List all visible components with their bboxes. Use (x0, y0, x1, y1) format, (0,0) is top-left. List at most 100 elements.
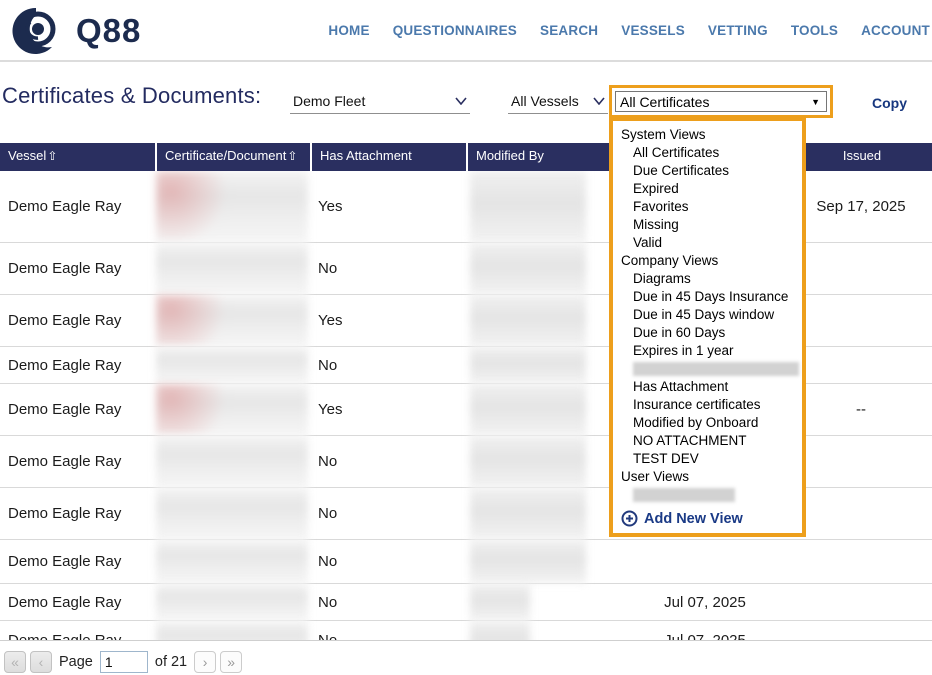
issued-cell: -- (790, 384, 932, 435)
nav-home[interactable]: HOME (328, 23, 369, 38)
modified-by-cell-redacted (470, 540, 586, 583)
vessel-cell: Demo Eagle Ray (0, 436, 155, 487)
main-nav: HOME QUESTIONNAIRES SEARCH VESSELS VETTING TO… (328, 23, 930, 38)
column-header-certificate-document[interactable]: Certificate/Document⇧ (155, 143, 310, 171)
certificate-cell-redacted (156, 621, 308, 641)
modified-by-cell-redacted (470, 295, 586, 346)
vessel-cell: Demo Eagle Ray (0, 488, 155, 539)
copy-button[interactable]: Copy (872, 95, 907, 111)
chevron-down-icon (455, 97, 467, 105)
view-option-due-in-45-days-window[interactable]: Due in 45 Days window (618, 306, 802, 324)
brand-name: Q88 (76, 12, 141, 50)
certificate-cell-redacted (156, 347, 308, 383)
column-header-has-attachment[interactable]: Has Attachment (310, 143, 466, 171)
modified-by-cell-redacted (470, 347, 586, 383)
certificate-cell-redacted (156, 584, 308, 620)
table-row[interactable]: Demo Eagle Ray No (0, 540, 932, 584)
vessel-cell: Demo Eagle Ray (0, 295, 155, 346)
chevron-down-icon (593, 97, 605, 105)
previous-page-button[interactable]: ‹ (30, 651, 52, 673)
table-row[interactable]: Demo Eagle Ray No Jul 07, 2025 (0, 584, 932, 621)
has-attachment-cell: No (310, 621, 466, 641)
view-option-insurance-certificates[interactable]: Insurance certificates (618, 396, 802, 414)
views-select-highlight: All Certificates ▼ (609, 85, 833, 118)
issued-cell: Sep 17, 2025 (790, 171, 932, 242)
vessel-cell: Demo Eagle Ray (0, 171, 155, 242)
view-option-expired[interactable]: Expired (618, 180, 802, 198)
page-label: Page (59, 654, 93, 670)
nav-account[interactable]: ACCOUNT (861, 23, 930, 38)
nav-questionnaires[interactable]: QUESTIONNAIRES (393, 23, 517, 38)
add-new-view-button[interactable]: Add New View (618, 510, 802, 527)
modified-by-cell-redacted (470, 488, 586, 539)
fleet-select[interactable]: Demo Fleet (290, 90, 470, 114)
view-option-favorites[interactable]: Favorites (618, 198, 802, 216)
has-attachment-cell: No (310, 488, 466, 539)
certificate-cell-redacted (156, 243, 308, 294)
date-cell: Jul 07, 2025 (620, 584, 790, 620)
view-option-diagrams[interactable]: Diagrams (618, 270, 802, 288)
column-header-modified-by[interactable]: Modified By (466, 143, 620, 171)
view-option-all-certificates[interactable]: All Certificates (618, 144, 802, 162)
has-attachment-cell: No (310, 584, 466, 620)
nav-vetting[interactable]: VETTING (708, 23, 768, 38)
vessels-select[interactable]: All Vessels (508, 90, 608, 114)
has-attachment-cell: No (310, 243, 466, 294)
has-attachment-cell: No (310, 540, 466, 583)
table-row[interactable]: Demo Eagle RayNoJul 07, 2025 (0, 621, 932, 641)
vessel-cell: Demo Eagle Ray (0, 384, 155, 435)
has-attachment-cell: Yes (310, 171, 466, 242)
next-page-button[interactable]: › (194, 651, 216, 673)
dropdown-arrow-icon: ▼ (811, 97, 820, 107)
q88-logo-icon (10, 5, 62, 57)
certificate-cell-redacted (156, 171, 308, 242)
view-option-expires-in-1-year[interactable]: Expires in 1 year (618, 342, 802, 360)
vessel-cell: Demo Eagle Ray (0, 584, 155, 620)
nav-tools[interactable]: TOOLS (791, 23, 838, 38)
view-group-user-views: User Views (618, 468, 802, 486)
views-select[interactable]: All Certificates ▼ (615, 91, 827, 112)
view-option-missing[interactable]: Missing (618, 216, 802, 234)
modified-by-cell-redacted (470, 384, 586, 435)
has-attachment-cell: No (310, 436, 466, 487)
view-option-redacted[interactable] (633, 362, 799, 376)
view-option-redacted[interactable] (633, 488, 735, 502)
views-dropdown-panel: System ViewsAll CertificatesDue Certific… (609, 117, 806, 537)
pagination-bar: « ‹ Page of 21 › » (4, 649, 242, 675)
view-option-due-in-60-days[interactable]: Due in 60 Days (618, 324, 802, 342)
add-new-view-label: Add New View (644, 511, 743, 527)
has-attachment-cell: Yes (310, 384, 466, 435)
total-pages-label: of 21 (155, 654, 187, 670)
page-number-input[interactable] (100, 651, 148, 673)
nav-search[interactable]: SEARCH (540, 23, 598, 38)
last-page-button[interactable]: » (220, 651, 242, 673)
q88-brand[interactable]: Q88 (10, 5, 141, 57)
modified-by-cell-redacted (470, 621, 530, 641)
certificate-cell-redacted (156, 436, 308, 487)
modified-by-cell-redacted (470, 436, 586, 487)
view-option-no-attachment[interactable]: NO ATTACHMENT (618, 432, 802, 450)
vessel-cell: Demo Eagle Ray (0, 243, 155, 294)
vessel-cell: Demo Eagle Ray (0, 347, 155, 383)
first-page-button[interactable]: « (4, 651, 26, 673)
vessel-cell: Demo Eagle Ray (0, 540, 155, 583)
view-option-test-dev[interactable]: TEST DEV (618, 450, 802, 468)
column-header-vessel[interactable]: Vessel⇧ (0, 143, 155, 171)
view-option-has-attachment[interactable]: Has Attachment (618, 378, 802, 396)
certificates-documents-page: Q88 HOME QUESTIONNAIRES SEARCH VESSELS VETTI… (0, 0, 932, 675)
view-option-due-certificates[interactable]: Due Certificates (618, 162, 802, 180)
view-option-due-in-45-days-insurance[interactable]: Due in 45 Days Insurance (618, 288, 802, 306)
modified-by-cell-redacted (470, 584, 530, 620)
view-group-company-views: Company Views (618, 252, 802, 270)
nav-vessels[interactable]: VESSELS (621, 23, 685, 38)
sort-ascending-icon: ⇧ (47, 149, 57, 163)
views-select-value: All Certificates (620, 94, 709, 110)
view-option-valid[interactable]: Valid (618, 234, 802, 252)
vessels-select-value: All Vessels (511, 93, 579, 109)
view-group-system-views: System Views (618, 126, 802, 144)
top-header: Q88 HOME QUESTIONNAIRES SEARCH VESSELS VETTI… (0, 0, 932, 62)
page-title: Certificates & Documents: (2, 83, 261, 109)
sort-ascending-icon: ⇧ (287, 149, 297, 163)
view-option-modified-by-onboard[interactable]: Modified by Onboard (618, 414, 802, 432)
column-header-issued[interactable]: Issued (790, 143, 932, 171)
